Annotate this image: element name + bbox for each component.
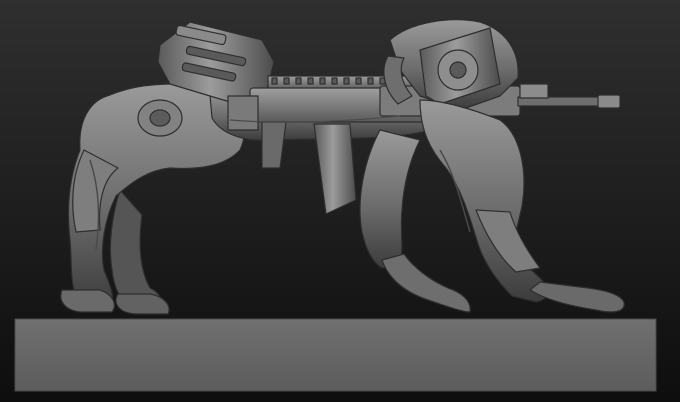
rifle-gas-block — [519, 83, 549, 99]
hip-joint-inner — [149, 109, 171, 127]
render-viewport — [0, 0, 680, 402]
pedestal-base — [14, 318, 657, 392]
rifle-muzzle — [597, 94, 621, 109]
sculpt-render — [0, 0, 680, 402]
head-lens-inner — [449, 61, 467, 79]
rear-foot — [60, 289, 115, 313]
rifle-stock — [227, 95, 259, 131]
